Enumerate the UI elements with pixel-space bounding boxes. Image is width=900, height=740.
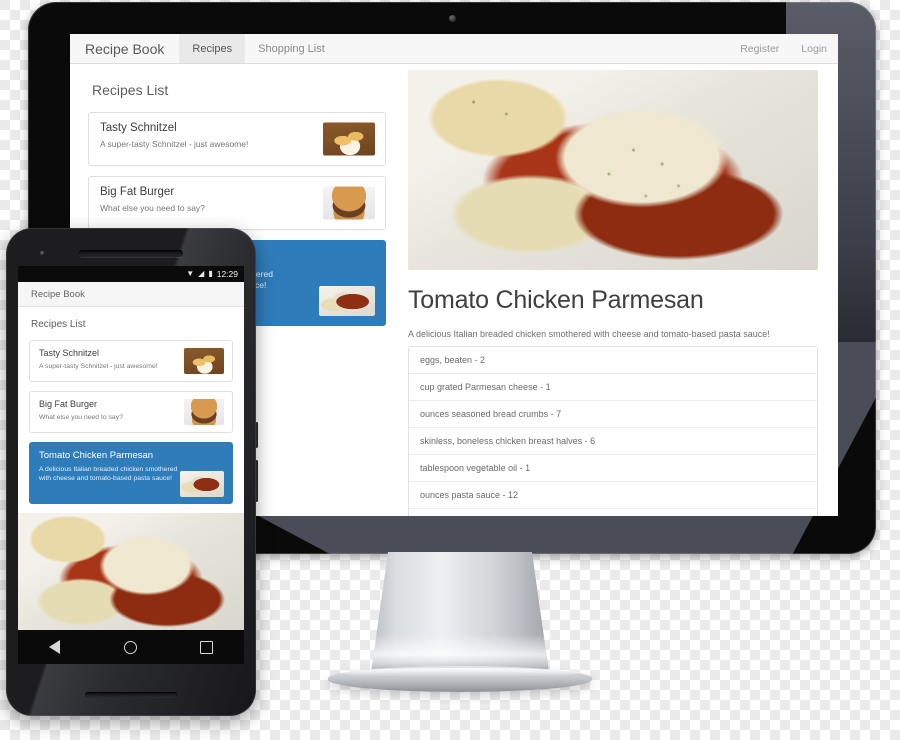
recipe-card-desc: A super-tasty Schnitzel - just awesome! [39,363,158,370]
recipe-detail-title: Tomato Chicken Parmesan [408,286,704,314]
android-home-icon[interactable] [124,640,138,654]
recipe-card-big-fat-burger[interactable]: Big Fat Burger What else you need to say… [88,176,386,230]
monitor-stand-neck [370,552,550,680]
app-brand[interactable]: Recipe Book [70,34,179,63]
phone-screen: ▼ ◢ ▮ 12:29 Recipe Book Recipes List Tas… [18,266,244,664]
ingredient-item: cup grated Parmesan cheese - 1 [409,374,817,401]
android-phone-mockup: ▼ ◢ ▮ 12:29 Recipe Book Recipes List Tas… [6,228,258,716]
ingredient-item: skinless, boneless chicken breast halves… [409,428,817,455]
ingredient-item: ounces seasoned bread crumbs - 7 [409,401,817,428]
ingredient-item: tablespoon vegetable oil - 1 [409,455,817,482]
battery-icon: ▮ [208,269,213,278]
webcam-icon [448,15,456,22]
phone-front-camera-icon [40,251,45,256]
schnitzel-thumbnail [184,348,224,374]
recipe-card-desc: What else you need to say? [39,414,123,421]
register-link[interactable]: Register [729,34,790,63]
phone-navigation-bar [18,630,244,664]
ingredient-item: ounces pasta sauce - 12 [409,482,817,509]
recipe-card-tasty-schnitzel[interactable]: Tasty Schnitzel A super-tasty Schnitzel … [88,112,386,166]
ingredient-item: slices Monterey Jack cheese - 6 [409,509,817,516]
recipe-detail-description: A delicious Italian breaded chicken smot… [408,329,770,339]
chicken-parmesan-thumbnail [319,286,375,316]
app-navbar: Recipe Book Recipes Shopping List Regist… [70,34,838,64]
phone-earpiece-speaker [79,250,183,257]
wifi-icon: ▼ [186,269,195,278]
phone-power-button[interactable] [255,422,258,448]
phone-bottom-speaker [85,692,177,698]
recipe-card-title: Tomato Chicken Parmesan [39,450,154,461]
signal-icon: ◢ [198,269,205,278]
ingredient-item: eggs, beaten - 2 [409,347,817,374]
phone-recipe-card-tasty-schnitzel[interactable]: Tasty Schnitzel A super-tasty Schnitzel … [29,340,233,382]
ingredients-list: eggs, beaten - 2 cup grated Parmesan che… [408,346,818,516]
monitor-stand-base [328,666,592,692]
chicken-parmesan-hero-photo [408,70,818,270]
phone-recipe-card-big-fat-burger[interactable]: Big Fat Burger What else you need to say… [29,391,233,433]
recipe-card-desc: A super-tasty Schnitzel - just awesome! [100,139,249,149]
tab-recipes[interactable]: Recipes [179,34,246,63]
android-back-icon[interactable] [49,640,62,654]
tab-shopping-list[interactable]: Shopping List [245,34,338,63]
chicken-parmesan-hero-photo [18,513,244,633]
android-recents-icon[interactable] [199,640,213,654]
burger-thumbnail [323,186,375,220]
recipe-card-desc: What else you need to say? [100,203,205,213]
phone-content: Recipes List Tasty Schnitzel A super-tas… [18,307,244,633]
phone-status-bar: ▼ ◢ ▮ 12:29 [18,266,244,282]
phone-recipes-list-heading: Recipes List [31,319,86,330]
chicken-parmesan-thumbnail [180,471,224,497]
phone-clock: 12:29 [216,269,238,279]
phone-body: ▼ ◢ ▮ 12:29 Recipe Book Recipes List Tas… [6,228,258,716]
phone-app-title-bar: Recipe Book [18,282,244,307]
phone-recipe-card-tomato-chicken-parmesan[interactable]: Tomato Chicken Parmesan A delicious Ital… [29,442,233,504]
phone-volume-button[interactable] [255,460,258,502]
navbar-spacer [338,34,729,63]
login-link[interactable]: Login [790,34,838,63]
recipe-card-desc: A delicious Italian breaded chicken smot… [39,466,178,483]
schnitzel-thumbnail [323,122,375,156]
burger-thumbnail [184,399,224,425]
recipe-detail-panel: Tomato Chicken Parmesan A delicious Ital… [400,64,838,516]
recipes-list-heading: Recipes List [92,82,169,98]
